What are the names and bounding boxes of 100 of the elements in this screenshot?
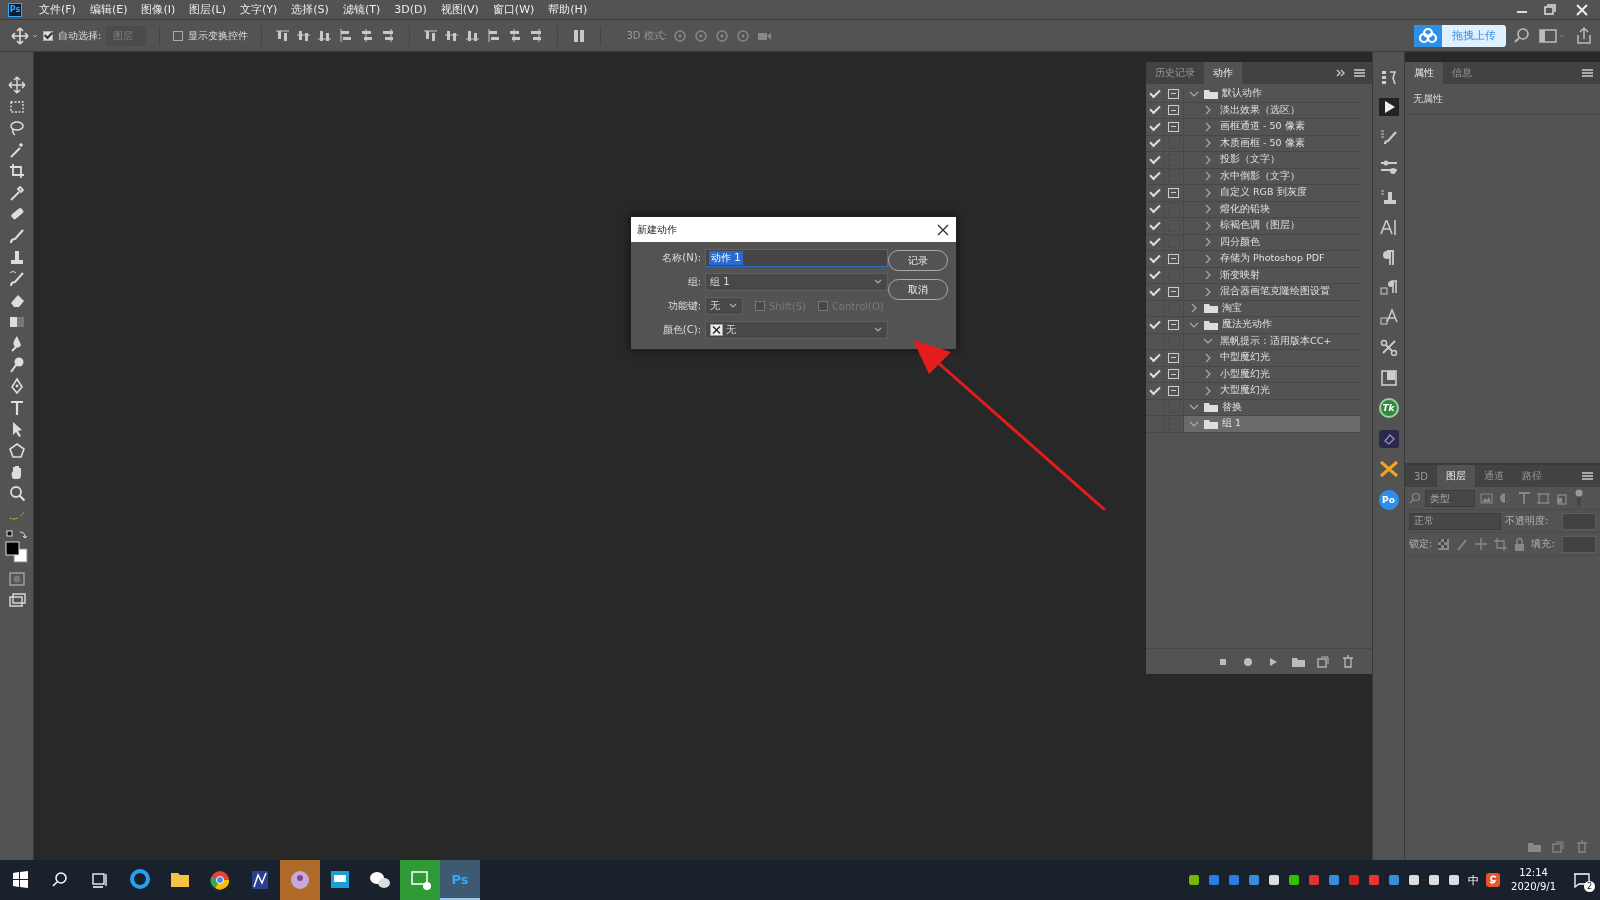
adjustments-icon[interactable] — [1378, 158, 1399, 176]
trash-icon[interactable] — [1340, 654, 1356, 669]
play-icon[interactable] — [1378, 98, 1399, 116]
lock-pixels-icon[interactable] — [1436, 536, 1452, 552]
toggle-item-checkbox[interactable] — [1146, 185, 1164, 202]
action-name[interactable]: 画框通道 - 50 像素 — [1217, 120, 1305, 134]
action-name[interactable]: 木质画框 - 50 像素 — [1217, 136, 1305, 150]
toggle-item-checkbox[interactable] — [1146, 284, 1164, 301]
color-swatches-icon[interactable] — [4, 540, 29, 563]
list-row[interactable]: 黑帆提示：适用版本CC+ — [1184, 333, 1360, 350]
toggle-item-checkbox[interactable] — [1146, 102, 1164, 119]
screen-record-icon[interactable] — [400, 860, 440, 900]
dodge-tool-icon[interactable] — [7, 355, 26, 374]
panel-tab[interactable]: 3D — [1405, 465, 1438, 487]
action-name[interactable]: 棕褐色调（图层） — [1217, 219, 1300, 233]
panel-tab[interactable]: 动作 — [1204, 62, 1242, 84]
opacity-field[interactable] — [1562, 512, 1596, 530]
filter-field[interactable]: 类型 — [1425, 489, 1475, 507]
panel-tab[interactable]: 路径 — [1513, 465, 1552, 487]
new-item-icon[interactable] — [1315, 654, 1331, 669]
shape-tool-icon[interactable] — [7, 441, 26, 460]
list-row[interactable]: 魔法光动作 — [1184, 317, 1360, 334]
action-name[interactable]: 大型魔幻光 — [1217, 384, 1270, 398]
toggle-item-checkbox[interactable] — [1146, 119, 1164, 136]
dialog-toggle[interactable] — [1164, 416, 1184, 433]
action-name[interactable]: 自定义 RGB 到灰度 — [1217, 186, 1307, 200]
panel-tab[interactable]: 属性 — [1405, 62, 1443, 84]
list-row[interactable]: 默认动作 — [1184, 86, 1360, 103]
menu-icon[interactable] — [1580, 67, 1596, 79]
notification-button[interactable]: 2 — [1564, 860, 1600, 900]
list-row[interactable]: 淡出效果（选区） — [1184, 102, 1360, 119]
set-name[interactable]: 组 1 — [1222, 417, 1242, 431]
menu-item[interactable]: 视图(V) — [433, 2, 486, 17]
dialog-toggle[interactable] — [1164, 284, 1184, 301]
list-row[interactable]: 组 1 — [1184, 416, 1360, 433]
color-dropdown[interactable]: 无 — [705, 321, 888, 339]
filter-toggle-icon[interactable] — [1574, 489, 1584, 507]
action-name[interactable]: 混合器画笔克隆绘图设置 — [1217, 285, 1330, 299]
zoom-tool-icon[interactable] — [7, 484, 26, 503]
dialog-toggle[interactable] — [1164, 251, 1184, 268]
character-style-icon[interactable] — [1378, 308, 1399, 326]
list-row[interactable]: 水中倒影（文字） — [1184, 168, 1360, 185]
screen-mode-icon[interactable] — [7, 591, 26, 610]
action-name[interactable]: 中型魔幻光 — [1217, 351, 1270, 365]
action-name[interactable]: 黑帆提示：适用版本CC+ — [1217, 334, 1332, 348]
toggle-item-checkbox[interactable] — [1146, 300, 1164, 317]
set-name[interactable]: 替换 — [1222, 400, 1242, 414]
crossed-tools-icon[interactable] — [1378, 460, 1399, 478]
toggle-item-checkbox[interactable] — [1146, 251, 1164, 268]
eraser-icon[interactable] — [1378, 430, 1399, 448]
toggle-item-checkbox[interactable] — [1146, 152, 1164, 169]
action-name[interactable]: 四分颜色 — [1217, 235, 1260, 249]
name-field[interactable]: 动作 1 — [705, 249, 888, 267]
action-name[interactable]: 水中倒影（文字） — [1217, 169, 1300, 183]
toggle-item-checkbox[interactable] — [1146, 168, 1164, 185]
list-row[interactable]: 棕褐色调（图层） — [1184, 218, 1360, 235]
list-row[interactable]: 四分颜色 — [1184, 234, 1360, 251]
plugin-logo[interactable]: Po — [1378, 490, 1399, 510]
toggle-item-checkbox[interactable] — [1146, 416, 1164, 433]
history-brush-icon[interactable] — [7, 269, 26, 288]
dialog-toggle[interactable] — [1164, 185, 1184, 202]
menu-item[interactable]: 滤镜(T) — [335, 2, 388, 17]
dialog-toggle[interactable] — [1164, 383, 1184, 400]
set-name[interactable]: 默认动作 — [1222, 87, 1262, 101]
align-top-icon[interactable] — [275, 27, 292, 44]
list-row[interactable]: 自定义 RGB 到灰度 — [1184, 185, 1360, 202]
fill-field[interactable] — [1562, 535, 1596, 553]
dialog-toggle[interactable] — [1164, 86, 1184, 103]
crop-tool-icon[interactable] — [7, 162, 26, 180]
toggle-item-checkbox[interactable] — [1146, 218, 1164, 235]
dialog-button[interactable]: 取消 — [888, 279, 948, 300]
menu-icon[interactable] — [1352, 67, 1368, 79]
toggle-item-checkbox[interactable] — [1146, 234, 1164, 251]
paragraph-style-icon[interactable] — [1378, 278, 1399, 296]
panel-tab[interactable]: 通道 — [1475, 465, 1514, 487]
distribute-top-icon[interactable] — [423, 27, 440, 44]
list-row[interactable]: 大型魔幻光 — [1184, 383, 1360, 400]
action-name[interactable]: 投影（文字） — [1217, 153, 1280, 167]
toggle-item-checkbox[interactable] — [1146, 135, 1164, 152]
blend-mode-dropdown[interactable]: 正常 — [1409, 512, 1501, 530]
toggle-item-checkbox[interactable] — [1146, 317, 1164, 334]
toggle-item-checkbox[interactable] — [1146, 383, 1164, 400]
list-row[interactable]: 淘宝 — [1184, 300, 1360, 317]
group-dropdown[interactable]: 组 1 — [705, 273, 888, 291]
list-row[interactable]: 木质画框 - 50 像素 — [1184, 135, 1360, 152]
panel-tab[interactable]: 图层 — [1437, 465, 1476, 487]
checkbox[interactable] — [173, 30, 184, 41]
toggle-item-checkbox[interactable] — [1146, 399, 1164, 416]
character-icon[interactable] — [1378, 218, 1399, 236]
input-method-indicator[interactable]: 中 — [1464, 872, 1484, 888]
action-name[interactable]: 渐变映射 — [1217, 268, 1260, 282]
menu-item[interactable]: 图层(L) — [182, 2, 233, 17]
dialog-toggle[interactable] — [1164, 399, 1184, 416]
list-row[interactable]: 存储为 Photoshop PDF — [1184, 251, 1360, 268]
set-name[interactable]: 淘宝 — [1222, 301, 1242, 315]
menu-icon[interactable] — [1580, 470, 1596, 482]
close-icon[interactable] — [936, 222, 950, 237]
set-name[interactable]: 魔法光动作 — [1222, 318, 1272, 332]
plugin-logo[interactable]: Tk — [1378, 398, 1399, 418]
action-name[interactable]: 小型魔幻光 — [1217, 367, 1270, 381]
